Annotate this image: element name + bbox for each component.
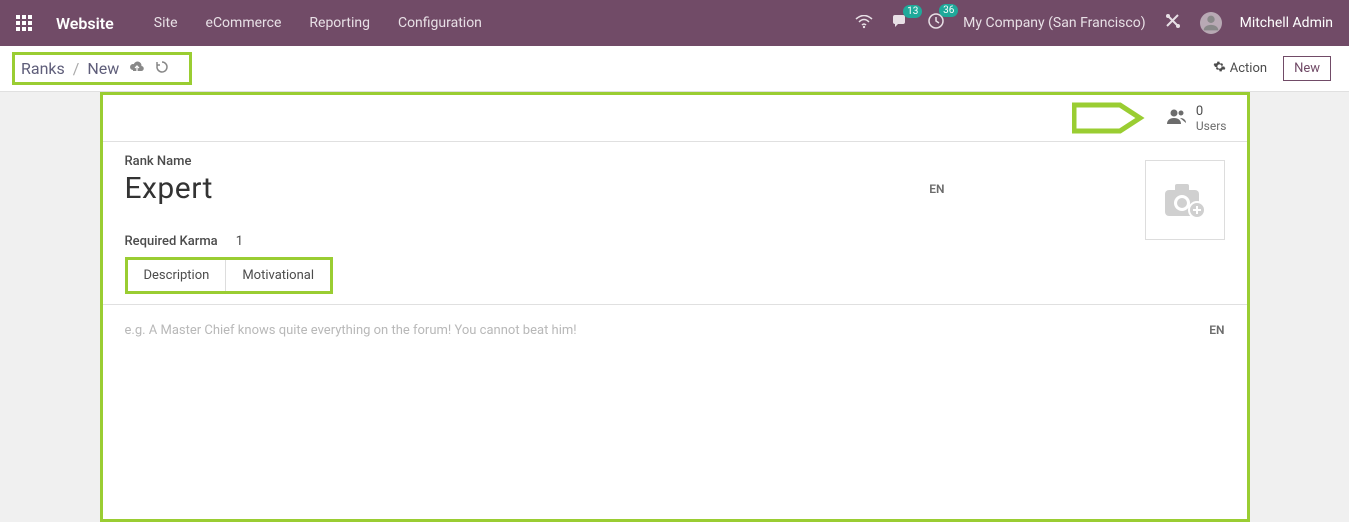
activities-badge: 36 bbox=[939, 4, 958, 17]
menu-configuration[interactable]: Configuration bbox=[398, 15, 482, 31]
menu-ecommerce[interactable]: eCommerce bbox=[206, 15, 282, 31]
tabs: Description Motivational bbox=[125, 257, 334, 294]
app-brand[interactable]: Website bbox=[56, 14, 114, 33]
status-bar: 0 Users bbox=[103, 95, 1247, 142]
breadcrumb-separator: / bbox=[73, 59, 80, 78]
karma-input[interactable]: 1 bbox=[236, 234, 243, 249]
annotation-arrow bbox=[1072, 101, 1150, 135]
action-label: Action bbox=[1230, 61, 1267, 76]
cloud-save-icon[interactable] bbox=[129, 60, 145, 78]
user-menu[interactable]: Mitchell Admin bbox=[1240, 15, 1333, 31]
topbar-right: 13 36 My Company (San Francisco) Mitchel… bbox=[855, 12, 1333, 34]
apps-icon[interactable] bbox=[16, 15, 32, 31]
settings-icon[interactable] bbox=[1164, 12, 1182, 34]
top-navbar: Website Site eCommerce Reporting Configu… bbox=[0, 0, 1349, 46]
topbar-menu: Site eCommerce Reporting Configuration bbox=[154, 15, 482, 31]
breadcrumb-root[interactable]: Ranks bbox=[21, 59, 65, 78]
menu-site[interactable]: Site bbox=[154, 15, 178, 31]
messaging-badge: 13 bbox=[903, 5, 922, 18]
topbar-left: Website Site eCommerce Reporting Configu… bbox=[16, 14, 482, 33]
title-row: Expert EN bbox=[125, 171, 945, 206]
tab-description[interactable]: Description bbox=[128, 260, 227, 291]
new-button[interactable]: New bbox=[1283, 56, 1331, 81]
company-switcher[interactable]: My Company (San Francisco) bbox=[963, 15, 1145, 31]
lang-button[interactable]: EN bbox=[929, 182, 944, 196]
action-dropdown[interactable]: Action bbox=[1213, 60, 1267, 77]
messaging-icon[interactable]: 13 bbox=[891, 13, 909, 33]
karma-row: Required Karma 1 bbox=[125, 234, 1225, 249]
description-area[interactable]: e.g. A Master Chief knows quite everythi… bbox=[103, 305, 1247, 356]
wifi-icon[interactable] bbox=[855, 14, 873, 33]
breadcrumb-highlight: Ranks / New bbox=[12, 52, 192, 85]
activities-icon[interactable]: 36 bbox=[927, 12, 945, 34]
control-actions: Action New bbox=[1213, 56, 1331, 81]
discard-icon[interactable] bbox=[155, 60, 169, 78]
tab-motivational[interactable]: Motivational bbox=[226, 260, 330, 291]
control-bar: Ranks / New Action New bbox=[0, 46, 1349, 92]
users-label: Users bbox=[1196, 119, 1227, 133]
users-count: 0 bbox=[1196, 104, 1227, 119]
gear-icon bbox=[1213, 60, 1226, 77]
users-stat-button[interactable]: 0 Users bbox=[1160, 102, 1233, 135]
menu-reporting[interactable]: Reporting bbox=[309, 15, 370, 31]
breadcrumb: Ranks / New bbox=[21, 59, 119, 78]
description-lang-button[interactable]: EN bbox=[1209, 323, 1224, 337]
page-body: 0 Users Rank Name Expert EN Required Kar… bbox=[0, 92, 1349, 522]
form-sheet: 0 Users Rank Name Expert EN Required Kar… bbox=[100, 92, 1250, 522]
rank-name-input[interactable]: Expert bbox=[125, 171, 213, 206]
karma-label: Required Karma bbox=[125, 234, 218, 249]
tabs-highlight: Description Motivational bbox=[125, 257, 1225, 294]
rank-name-label: Rank Name bbox=[125, 154, 1225, 169]
breadcrumb-current: New bbox=[87, 59, 119, 78]
form-body: Rank Name Expert EN Required Karma 1 Des… bbox=[103, 142, 1247, 306]
avatar[interactable] bbox=[1200, 12, 1222, 34]
description-placeholder: e.g. A Master Chief knows quite everythi… bbox=[125, 323, 577, 338]
users-icon bbox=[1166, 106, 1188, 130]
image-upload[interactable] bbox=[1145, 160, 1225, 240]
